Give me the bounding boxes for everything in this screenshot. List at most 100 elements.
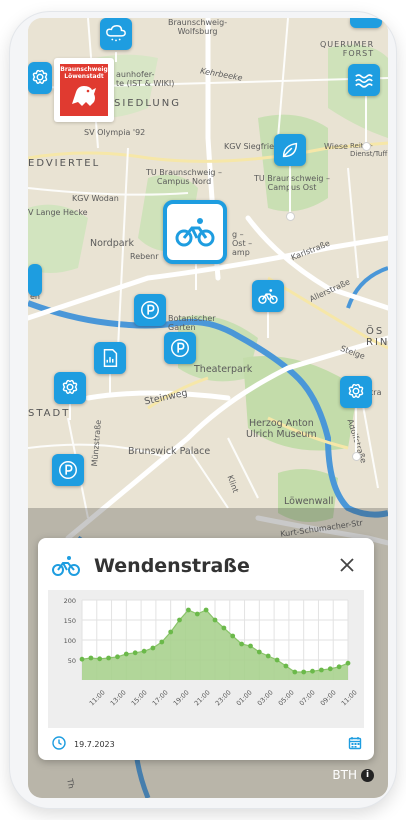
chart-x-tick-label: 05:00 <box>277 689 296 708</box>
marker-pin <box>289 164 291 214</box>
map-label-kgv-wodan: KGV Wodan <box>72 194 119 203</box>
traffic-chart: 50 100 150 200 11:00 13:00 15:00 17:00 19:00 21:0… <box>48 590 364 728</box>
logo-text: Braunschweig Löwenstadt <box>60 66 108 80</box>
water-waves-icon <box>355 74 373 88</box>
marker-pin-dot <box>362 142 371 151</box>
marker-bicycle-selected[interactable] <box>163 200 227 264</box>
chart-data-point <box>301 669 307 675</box>
marker-report[interactable] <box>94 342 126 374</box>
chart-data-point <box>265 653 271 659</box>
city-logo: Braunschweig Löwenstadt <box>54 58 114 122</box>
card-header: Wendenstraße <box>52 552 360 580</box>
chart-y-tick-label: 150 <box>64 617 76 625</box>
chart-x-tick-label: 09:00 <box>319 689 338 708</box>
chart-x-tick-label: 19:00 <box>172 689 191 708</box>
map-label-lange-hecke: V Lange Hecke <box>28 208 88 217</box>
bicycle-icon <box>258 289 278 304</box>
chart-x-tick-label: 07:00 <box>298 689 317 708</box>
chart-data-point <box>132 650 138 656</box>
map-label-bs-wolfsburg: Braunschweig- Wolfsburg <box>168 18 228 36</box>
map-label-theaterpark: Theaterpark <box>194 364 253 375</box>
map-screen: Braunschweig- Wolfsburg QUERUMER FORST a… <box>28 18 388 798</box>
chart-data-point <box>141 648 147 654</box>
marker-pin-dot <box>286 212 295 221</box>
map-label-stadt: STADT <box>28 408 71 419</box>
traffic-chart-svg: 5010015020011:00 13:00 15:00 17:00 19:00 21:0… <box>64 597 359 708</box>
map-label-rebenr: Rebenr <box>130 252 159 261</box>
chart-x-tick-label: 11:00 <box>88 689 107 708</box>
flower-icon <box>32 69 48 85</box>
bicycle-icon <box>52 556 80 576</box>
marker-flower-left[interactable] <box>28 62 52 94</box>
chart-data-point <box>230 633 236 639</box>
chart-data-point <box>283 663 289 669</box>
map-label-tu-nord: TU Braunschweig – Campus Nord <box>146 168 223 186</box>
chart-data-point <box>239 641 245 647</box>
document-chart-icon <box>103 349 118 367</box>
marker-flower-3[interactable] <box>340 376 372 408</box>
chart-data-point <box>97 656 103 662</box>
close-icon[interactable] <box>336 554 358 576</box>
chart-data-point <box>79 656 85 662</box>
marker-parking-2[interactable] <box>164 332 196 364</box>
marker-flower-2[interactable] <box>54 372 86 404</box>
map-label-botanischer: Botanischer Garten <box>168 314 216 332</box>
attribution-label: BTH <box>332 768 357 782</box>
chart-data-point <box>221 625 227 631</box>
marker-top-right[interactable] <box>350 18 382 28</box>
chart-x-tick-label: 21:00 <box>193 689 212 708</box>
map-label-siedlung: SIEDLUNG <box>114 98 181 109</box>
map-label-os-rin: ÖS RIN <box>366 326 388 348</box>
chart-data-point <box>319 667 324 673</box>
chart-data-point <box>327 666 333 672</box>
chart-x-tick-label: 11:00 <box>340 689 359 708</box>
chart-data-point <box>177 617 182 623</box>
marker-weather[interactable] <box>100 18 132 50</box>
calendar-icon[interactable] <box>348 736 362 750</box>
marker-edge-left[interactable] <box>28 264 42 296</box>
marker-water[interactable] <box>348 64 380 96</box>
chart-data-point <box>274 657 280 663</box>
station-detail-card: Wendenstraße 50 100 150 200 11:00 13:00 15:00 1… <box>38 538 374 760</box>
chart-data-point <box>310 668 315 674</box>
marker-parking-1[interactable] <box>134 294 166 326</box>
chart-data-point <box>106 655 111 661</box>
marker-pin <box>355 408 357 454</box>
chart-data-point <box>203 607 209 613</box>
marker-pin <box>109 374 111 394</box>
chart-y-tick-label: 50 <box>68 657 76 665</box>
lion-emblem-icon <box>72 86 96 106</box>
chart-data-point <box>212 617 218 623</box>
chart-data-point <box>88 655 94 661</box>
parking-icon <box>171 339 189 357</box>
marker-bicycle-2[interactable] <box>252 280 284 312</box>
map-label-wiese: Wiese <box>324 142 348 151</box>
marker-leaf[interactable] <box>274 134 306 166</box>
marker-pin <box>115 52 117 62</box>
logo-line-1: Braunschweig <box>60 66 108 73</box>
map-label-herzog-anton: Herzog Anton Ulrich Museum <box>246 418 317 440</box>
logo-line-2: Löwenstadt <box>64 73 104 80</box>
chart-data-point <box>256 649 262 655</box>
chart-x-tick-label: 01:00 <box>235 689 254 708</box>
chart-y-tick-label: 100 <box>64 637 76 645</box>
map-label-nordpark: Nordpark <box>90 238 134 249</box>
chart-data-point <box>292 669 298 675</box>
cloud-rain-icon <box>106 25 126 42</box>
info-icon[interactable]: i <box>361 768 374 782</box>
marker-pin <box>365 94 367 144</box>
date-label: 19.7.2023 <box>74 740 115 749</box>
map-label-viertel: EDVIERTEL <box>28 158 101 169</box>
chart-x-tick-label: 13:00 <box>109 689 128 708</box>
leaf-icon <box>282 142 298 158</box>
map-label-tu-ost: TU Braunschweig – Campus Ost <box>254 174 331 192</box>
chart-x-tick-label: 23:00 <box>214 689 233 708</box>
chart-data-point <box>150 645 156 651</box>
marker-parking-3[interactable] <box>52 454 84 486</box>
map-label-loewenwall: Löwenwall <box>284 496 334 507</box>
station-title: Wendenstraße <box>94 555 250 577</box>
chart-x-tick-label: 03:00 <box>256 689 275 708</box>
chart-data-point <box>345 660 351 666</box>
chart-data-point <box>336 664 342 670</box>
chart-x-tick-label: 15:00 <box>130 689 149 708</box>
